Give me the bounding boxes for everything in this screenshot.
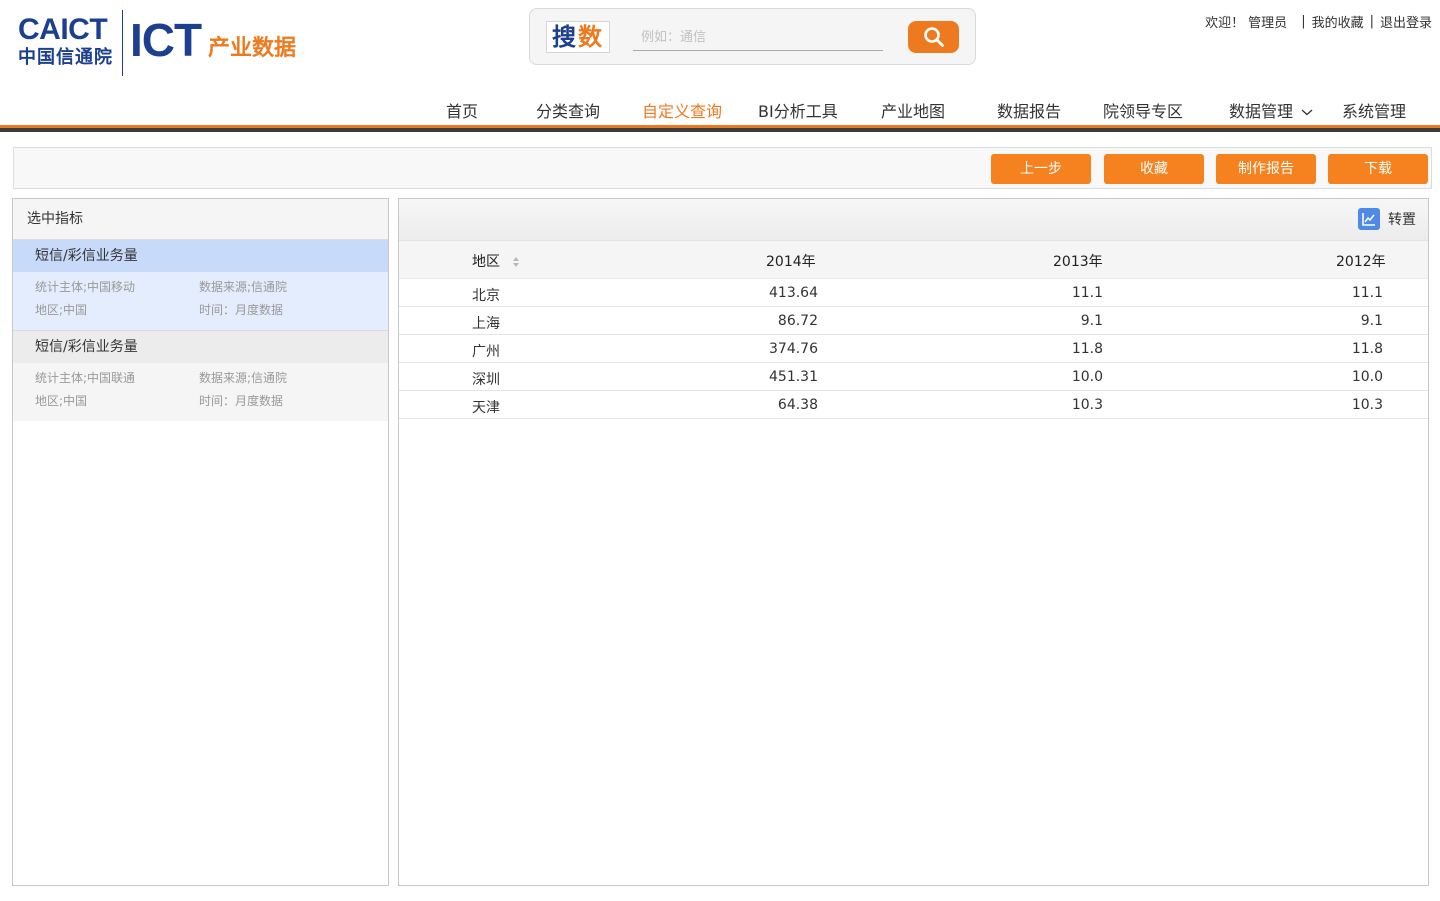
chevron-down-icon	[1301, 109, 1313, 116]
indicator-name: 短信/彩信业务量	[13, 331, 388, 363]
logo-cn-text: 中国信通院	[18, 47, 113, 68]
welcome-text: 欢迎！	[1205, 16, 1245, 31]
transpose-label: 转置	[1388, 212, 1416, 228]
table-row: 深圳 451.31 10.0 10.0	[399, 363, 1428, 391]
nav-underline-dark	[0, 128, 1440, 132]
column-header-2012[interactable]: 2012年	[1336, 251, 1386, 271]
logo-en-text: CAICT	[18, 13, 108, 46]
cell-2012: 11.8	[1351, 341, 1383, 357]
cell-2014: 64.38	[777, 397, 818, 413]
search-logo-char-1: 搜	[552, 22, 578, 51]
search-input[interactable]	[633, 25, 883, 51]
nav-item-data-management[interactable]: 数据管理	[1229, 98, 1314, 122]
table-body: 北京 413.64 11.1 11.1 上海 86.72 9.1 9.1 广州 …	[399, 279, 1428, 419]
prev-step-button[interactable]: 上一步	[991, 154, 1091, 184]
indicator-source: 数据来源;信通院	[199, 371, 288, 385]
cell-2014: 413.64	[769, 285, 818, 301]
panel-title: 选中指标	[13, 199, 388, 240]
cell-2013: 9.1	[1080, 313, 1103, 329]
table-row: 广州 374.76 11.8 11.8	[399, 335, 1428, 363]
cell-2013: 10.0	[1071, 369, 1103, 385]
header: CAICT 中国信通院 ICT 产业数据 搜数 欢迎！ 管理员 | 我的收藏 |…	[0, 0, 1440, 132]
caict-logo-mark: CAICT 中国信通院	[18, 14, 118, 70]
transpose-button[interactable]: 转置	[1358, 208, 1416, 230]
cell-region: 深圳	[472, 372, 500, 388]
search-icon	[923, 27, 944, 47]
chart-icon	[1358, 208, 1380, 230]
indicator-source: 数据来源;信通院	[199, 280, 288, 294]
search-logo: 搜数	[546, 21, 610, 53]
cell-2014: 86.72	[777, 313, 818, 329]
indicator-region: 地区;中国	[35, 303, 88, 317]
cell-2013: 11.1	[1071, 285, 1103, 301]
search-button[interactable]	[908, 21, 959, 53]
cell-region: 上海	[472, 316, 500, 332]
cell-region: 天津	[472, 400, 500, 416]
indicator-item[interactable]: 短信/彩信业务量 统计主体;中国移动 数据来源;信通院 地区;中国 时间：月度数…	[13, 240, 388, 330]
username-link[interactable]: 管理员	[1248, 12, 1287, 31]
table-row: 天津 64.38 10.3 10.3	[399, 391, 1428, 419]
nav-item-industry-map[interactable]: 产业地图	[881, 98, 945, 122]
nav-item-system-management[interactable]: 系统管理	[1342, 98, 1406, 122]
column-header-2014[interactable]: 2014年	[766, 251, 816, 271]
indicator-name: 短信/彩信业务量	[13, 240, 388, 272]
favorites-link[interactable]: 我的收藏	[1312, 12, 1364, 31]
cell-2013: 10.3	[1071, 397, 1103, 413]
download-button[interactable]: 下载	[1328, 154, 1428, 184]
nav-item-bi-tools[interactable]: BI分析工具	[758, 98, 838, 122]
data-table-panel: 转置 地区 2014年 2013年 2012年 北京 413.64 11.1 1…	[398, 198, 1429, 886]
separator: |	[1369, 14, 1374, 29]
favorite-button[interactable]: 收藏	[1104, 154, 1204, 184]
search-box: 搜数	[529, 8, 976, 65]
indicator-meta: 统计主体;中国移动 数据来源;信通院 地区;中国 时间：月度数据	[13, 272, 388, 330]
indicator-region: 地区;中国	[35, 394, 88, 408]
selected-indicators-panel: 选中指标 短信/彩信业务量 统计主体;中国移动 数据来源;信通院 地区;中国 时…	[12, 198, 389, 886]
cell-region: 北京	[472, 288, 500, 304]
user-links: 欢迎！ 管理员 | 我的收藏 | 退出登录	[1205, 12, 1432, 31]
column-header-2013[interactable]: 2013年	[1053, 251, 1103, 271]
nav-item-home[interactable]: 首页	[446, 98, 478, 122]
table-topbar: 转置	[399, 199, 1428, 241]
indicator-item[interactable]: 短信/彩信业务量 统计主体;中国联通 数据来源;信通院 地区;中国 时间：月度数…	[13, 330, 388, 421]
column-header-region[interactable]: 地区	[472, 251, 520, 271]
action-toolbar: 上一步 收藏 制作报告 下载	[13, 147, 1432, 189]
indicator-time: 时间：月度数据	[199, 394, 284, 408]
sort-icon	[513, 257, 520, 267]
nav-item-leader-zone[interactable]: 院领导专区	[1103, 98, 1183, 122]
cell-2014: 451.31	[769, 369, 818, 385]
indicator-subject: 统计主体;中国移动	[35, 280, 136, 294]
table-header: 地区 2014年 2013年 2012年	[399, 241, 1428, 279]
cell-2012: 10.3	[1351, 397, 1383, 413]
caict-logo[interactable]: CAICT 中国信通院 ICT 产业数据	[18, 10, 308, 76]
separator: |	[1301, 14, 1306, 29]
indicator-time: 时间：月度数据	[199, 303, 284, 317]
column-header-label: 地区	[472, 254, 500, 270]
cell-2012: 11.1	[1351, 285, 1383, 301]
cell-region: 广州	[472, 344, 500, 360]
main-nav: 首页 分类查询 自定义查询 BI分析工具 产业地图 数据报告 院领导专区 数据管…	[0, 90, 1440, 126]
logo-ict-text: ICT	[130, 14, 202, 66]
indicator-subject: 统计主体;中国联通	[35, 371, 136, 385]
cell-2012: 9.1	[1360, 313, 1383, 329]
cell-2014: 374.76	[769, 341, 818, 357]
cell-2013: 11.8	[1071, 341, 1103, 357]
logo-ict-sub-text: 产业数据	[208, 36, 297, 61]
table-row: 上海 86.72 9.1 9.1	[399, 307, 1428, 335]
logout-link[interactable]: 退出登录	[1380, 12, 1432, 31]
cell-2012: 10.0	[1351, 369, 1383, 385]
make-report-button[interactable]: 制作报告	[1216, 154, 1316, 184]
nav-item-data-management-label: 数据管理	[1229, 102, 1294, 121]
table-row: 北京 413.64 11.1 11.1	[399, 279, 1428, 307]
nav-item-category-query[interactable]: 分类查询	[536, 98, 600, 122]
nav-item-data-report[interactable]: 数据报告	[997, 98, 1061, 122]
logo-divider	[122, 10, 123, 76]
nav-item-custom-query[interactable]: 自定义查询	[642, 98, 722, 122]
indicator-meta: 统计主体;中国联通 数据来源;信通院 地区;中国 时间：月度数据	[13, 363, 388, 421]
search-logo-char-2: 数	[578, 22, 604, 51]
